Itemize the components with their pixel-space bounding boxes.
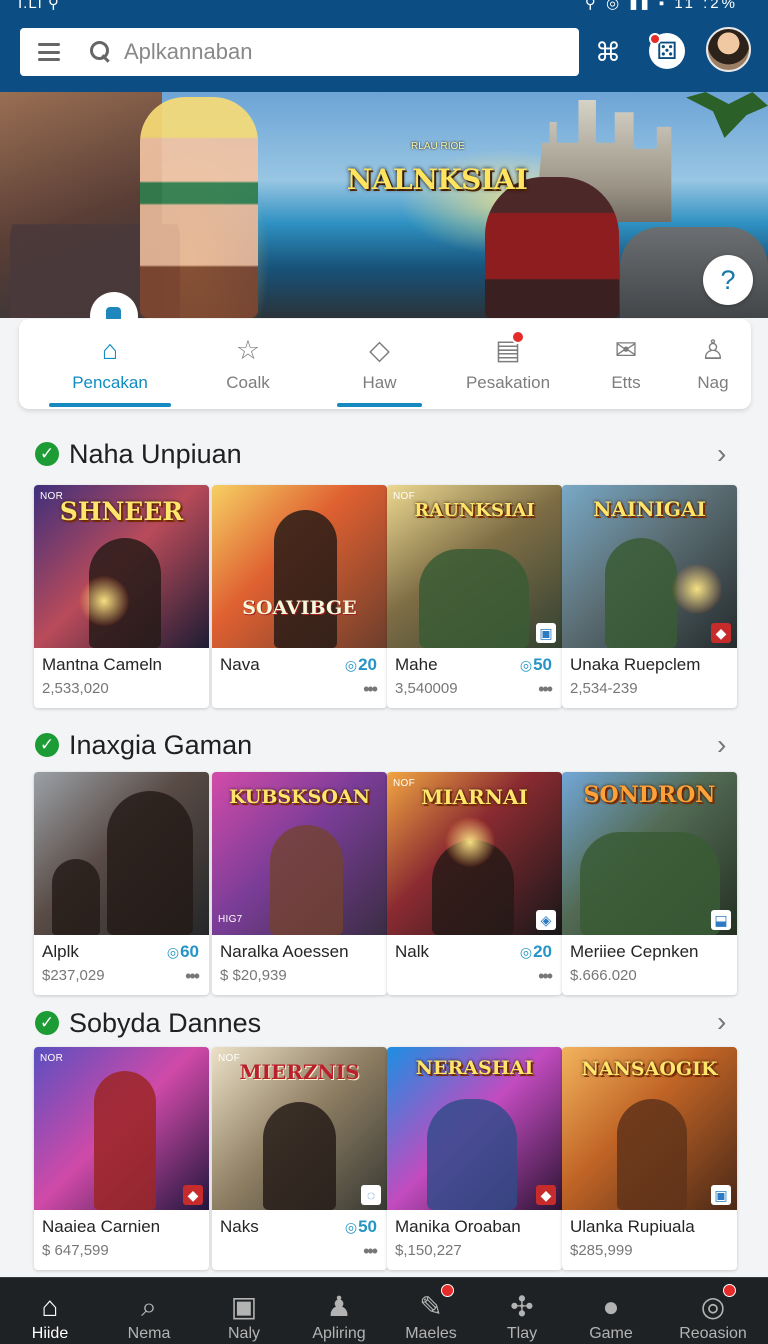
corner-icon: ◆ [536,1185,556,1205]
star-outline-icon: ☆ [235,335,261,365]
section-title: ✓ Sobyda Dannes [35,1008,261,1038]
game-cover: HIG7 KUBSKSOAN [212,772,387,935]
check-icon: ✓ [35,442,59,466]
game-card[interactable]: Alplk60$237,029••• [34,772,209,995]
help-icon[interactable]: ? [703,255,753,305]
top-app-bar: I.LI ⚲ ⚲ ◎ ▮▮ ▪ 11 :2% ⌘ ⚄ [0,0,768,92]
nav-home[interactable]: ⌂ Hiide [7,1278,93,1344]
nav-search[interactable]: ⌕ Nema [106,1278,192,1344]
game-card[interactable]: NOFMIERZNIS◌ Naks50••• [212,1047,387,1270]
banner-title: NALNKSIAI [346,162,528,196]
avatar[interactable] [706,27,751,72]
search-icon [90,41,112,63]
featured-banner[interactable]: RLAU RIOE NALNKSIAI ? [0,92,768,318]
nav-puzzle[interactable]: ✣ Tlay [479,1278,565,1344]
edit-icon: ✎ [419,1291,443,1322]
media-icon: ▣ [230,1291,258,1322]
corner-icon: ⬓ [711,910,731,930]
palm-art [686,92,768,138]
notification-badge [441,1284,454,1297]
app-screen: I.LI ⚲ ⚲ ◎ ▮▮ ▪ 11 :2% ⌘ ⚄ RLAU RIOE NAL… [0,0,768,1344]
corner-icon: ▣ [536,623,556,643]
nav-game[interactable]: ● Game [568,1278,654,1344]
active-tab-indicator [49,403,171,407]
game-card[interactable]: NAINIGAI ◆ Unaka Ruepclem 2,534-239 [562,485,737,708]
user-icon: ♙ [700,335,726,365]
game-cover: NAINIGAI ◆ [562,485,737,648]
corner-icon: ▣ [711,1185,731,1205]
corner-icon: ◆ [183,1185,203,1205]
chevron-right-icon[interactable]: › [717,731,739,759]
game-card[interactable]: NOFMIARNAI◈ Nalk20••• [387,772,562,995]
tab-underline [337,403,422,407]
banner-subtitle: RLAU RIOE [411,141,465,152]
game-cover: NOF MIARNAI ◈ [387,772,562,935]
search-input[interactable] [124,39,544,65]
nav-camera[interactable]: ◎ Reoasion [670,1278,756,1344]
section-title: ✓ Inaxgia Gaman [35,730,252,760]
status-left: I.LI ⚲ [18,0,60,12]
menu-icon[interactable] [38,43,60,61]
inbox-icon: ✉ [614,335,638,365]
tab-etts[interactable]: ✉ Etts [580,319,672,409]
search-icon: ⌕ [141,1291,157,1322]
corner-icon: ◈ [536,910,556,930]
nav-character[interactable]: ♟ Apliring [296,1278,382,1344]
section-title: ✓ Naha Unpiuan [35,439,242,469]
game-card[interactable]: SONDRON ⬓ Meriiee Cepnken $.666.020 [562,772,737,995]
game-cover: SOAVIBGE [212,485,387,648]
notification-badge [723,1284,736,1297]
game-cover [34,772,209,935]
game-cover: NERASHAI ◆ [387,1047,562,1210]
tab-pesakation[interactable]: ▤ Pesakation [449,319,567,409]
nav-media[interactable]: ▣ Naly [201,1278,287,1344]
game-cover: NOF MIERZNIS ◌ [212,1047,387,1210]
character-icon: ♟ [326,1291,352,1322]
camera-icon: ◎ [700,1291,726,1322]
dice-icon[interactable]: ⚄ [649,33,685,69]
game-card[interactable]: SOAVIBGE Nava20••• [212,485,387,708]
notification-badge [511,330,525,344]
bottom-navigation: ⌂ Hiide ⌕ Nema ▣ Naly ♟ Apliring ✎ Maeles ✣ Tl… [0,1277,768,1344]
game-card[interactable]: HIG7 KUBSKSOAN Naralka Aoessen $ $20,939 [212,772,387,995]
share-icon[interactable]: ⌘ [590,34,626,70]
home-icon: ⌂ [41,1291,59,1322]
tab-nag[interactable]: ♙ Nag [675,319,751,409]
game-card[interactable]: NOFRAUNKSIAI▣ Mahe503,540009••• [387,485,562,708]
game-card[interactable]: NANSAOGIK ▣ Ulanka Rupiuala $285,999 [562,1047,737,1270]
heroine-art [140,97,258,318]
tab-coalk[interactable]: ☆ Coalk [189,319,307,409]
game-cover: NANSAOGIK ▣ [562,1047,737,1210]
ball-icon: ● [602,1291,620,1322]
chevron-right-icon[interactable]: › [717,440,739,468]
tab-haw[interactable]: ◇ Haw [322,319,437,409]
game-cover: NOF RAUNKSIAI ▣ [387,485,562,648]
status-bar: I.LI ⚲ ⚲ ◎ ▮▮ ▪ 11 :2% [0,0,768,16]
chevron-right-icon[interactable]: › [717,1008,739,1036]
game-card[interactable]: NERASHAI ◆ Manika Oroaban $,150,227 [387,1047,562,1270]
corner-icon: ◆ [711,623,731,643]
game-cover: NOR ◆ [34,1047,209,1210]
status-right: ⚲ ◎ ▮▮ ▪ 11 :2% [584,0,738,12]
corner-icon: ◌ [361,1185,381,1205]
check-icon: ✓ [35,733,59,757]
puzzle-icon: ✣ [510,1291,534,1322]
search-bar[interactable] [20,28,579,76]
game-cover: NOR SHNEER [34,485,209,648]
diamond-icon: ◇ [369,335,390,365]
nav-edit[interactable]: ✎ Maeles [388,1278,474,1344]
game-cover: SONDRON ⬓ [562,772,737,935]
notification-badge [649,33,661,45]
game-card[interactable]: NOR ◆ Naaiea Carnien $ 647,599 [34,1047,209,1270]
banner-handle-icon[interactable] [90,292,138,340]
game-card[interactable]: NOR SHNEER Mantna Cameln 2,533,020 [34,485,209,708]
check-icon: ✓ [35,1011,59,1035]
